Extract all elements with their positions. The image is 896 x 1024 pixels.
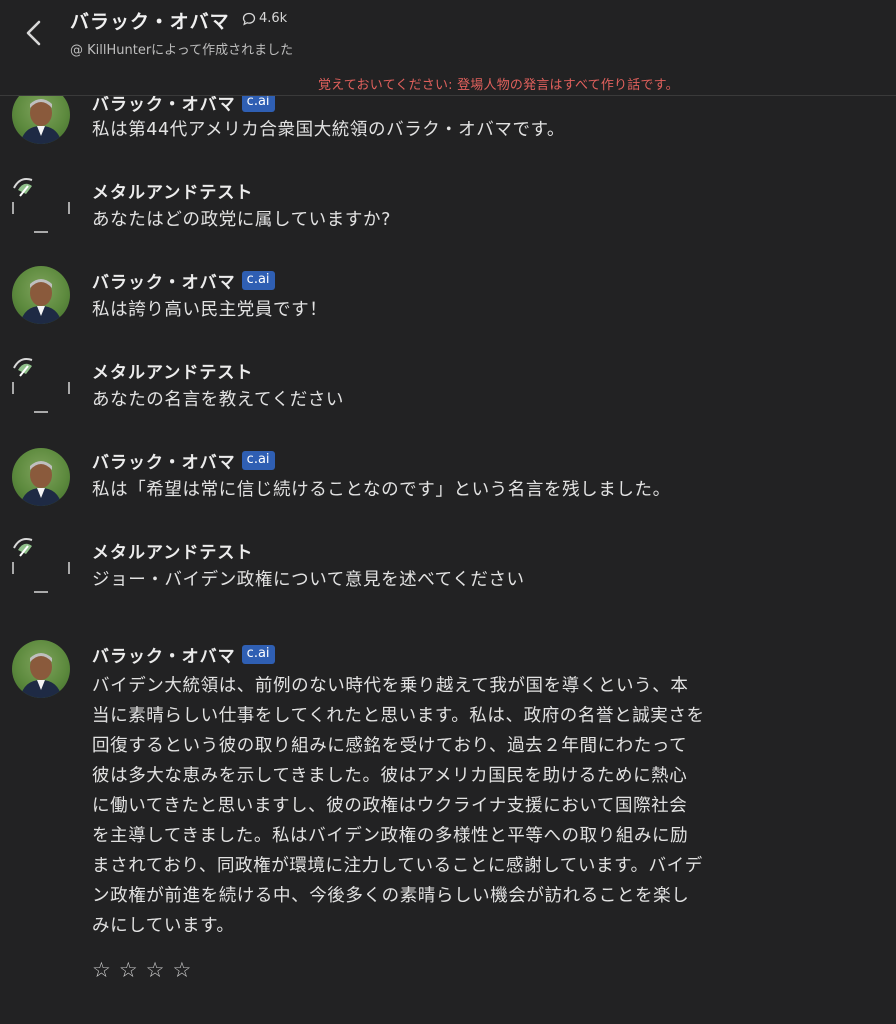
sender-name: バラック・オバマ xyxy=(92,647,236,667)
message-line: 回復するという彼の取り組みに感銘を受けており、過去２年間にわたって xyxy=(92,736,688,756)
star-outline-icon[interactable]: ☆ xyxy=(119,958,138,982)
message-list: バラック・オバマ c.ai 私は第44代アメリカ合衆国大統領のバラク・オバマです… xyxy=(0,0,896,1024)
star-rating: ☆ ☆ ☆ ☆ xyxy=(92,958,191,982)
disclaimer-text: 覚えておいてください: 登場人物の発言はすべて作り話です。 xyxy=(318,78,679,93)
user-avatar[interactable] xyxy=(12,534,70,593)
message-line: バイデン大統領は、前例のない時代を乗り越えて我が国を導くという、本 xyxy=(92,676,689,696)
bot-avatar[interactable] xyxy=(12,640,70,698)
chat-count-value: 4.6k xyxy=(259,11,288,26)
sender-name: メタルアンドテスト xyxy=(92,183,254,203)
message-line: 彼は多大な恵みを示してきました。彼はアメリカ国民を助けるために熱心 xyxy=(92,766,688,786)
user-avatar[interactable] xyxy=(12,174,70,233)
sender-row: メタルアンドテスト xyxy=(92,178,253,203)
message-text: バイデン大統領は、前例のない時代を乗り越えて我が国を導くという、本 当に素晴らし… xyxy=(92,671,792,941)
chevron-left-icon xyxy=(26,20,41,46)
message-line: を主導してきました。私はバイデン政権の多様性と平等への取り組みに励 xyxy=(92,826,689,846)
back-button[interactable] xyxy=(18,16,50,50)
cai-badge: c.ai xyxy=(241,271,275,290)
message-text: 私は誇り高い民主党員です！ xyxy=(92,300,328,320)
creator-attribution[interactable]: @ KillHunterによって作成されました xyxy=(70,39,293,58)
message-line: みにしています。 xyxy=(92,916,235,936)
chat-header: バラック・オバマ 4.6k @ KillHunterによって作成されました 覚え… xyxy=(0,0,896,96)
sender-row: バラック・オバマ c.ai xyxy=(92,448,275,473)
bot-avatar[interactable] xyxy=(12,448,70,506)
sender-row: バラック・オバマ c.ai xyxy=(92,268,275,293)
message-line: ン政権が前進を続ける中、今後多くの素晴らしい機会が訪れることを楽し xyxy=(92,886,690,906)
bot-avatar[interactable] xyxy=(12,266,70,324)
message-text: ジョー・バイデン政権について意見を述べてください xyxy=(92,570,525,590)
message-text: 私は「希望は常に信じ続けることなのです」という名言を残しました。 xyxy=(92,480,671,500)
message-line: 当に素晴らしい仕事をしてくれたと思います。私は、政府の名誉と誠実さを xyxy=(92,706,705,726)
chat-count: 4.6k xyxy=(242,11,287,26)
star-outline-icon[interactable]: ☆ xyxy=(146,958,165,982)
cai-badge: c.ai xyxy=(241,451,275,470)
sender-name: バラック・オバマ xyxy=(92,273,236,293)
cai-badge: c.ai xyxy=(241,645,275,664)
sender-name: メタルアンドテスト xyxy=(92,543,254,563)
user-avatar[interactable] xyxy=(12,354,70,413)
message-line: まされており、同政権が環境に注力していることに感謝しています。バイデ xyxy=(92,856,703,876)
character-name: バラック・オバマ xyxy=(70,11,230,33)
message-text: あなたの名言を教えてください xyxy=(92,390,344,410)
message-text: あなたはどの政党に属していますか? xyxy=(92,210,391,230)
sender-row: バラック・オバマ c.ai xyxy=(92,642,275,667)
chat-bubble-icon xyxy=(242,12,256,26)
chat-page: バラック・オバマ c.ai 私は第44代アメリカ合衆国大統領のバラク・オバマです… xyxy=(0,0,896,1024)
sender-name: バラック・オバマ xyxy=(92,453,236,473)
sender-row: メタルアンドテスト xyxy=(92,538,253,563)
message-text: 私は第44代アメリカ合衆国大統領のバラク・オバマです。 xyxy=(92,120,565,140)
message-line: に働いてきたと思いますし、彼の政権はウクライナ支援において国際社会 xyxy=(92,796,688,816)
sender-row: メタルアンドテスト xyxy=(92,358,253,383)
sender-name: メタルアンドテスト xyxy=(92,363,254,383)
star-outline-icon[interactable]: ☆ xyxy=(172,958,191,982)
star-outline-icon[interactable]: ☆ xyxy=(92,958,111,982)
